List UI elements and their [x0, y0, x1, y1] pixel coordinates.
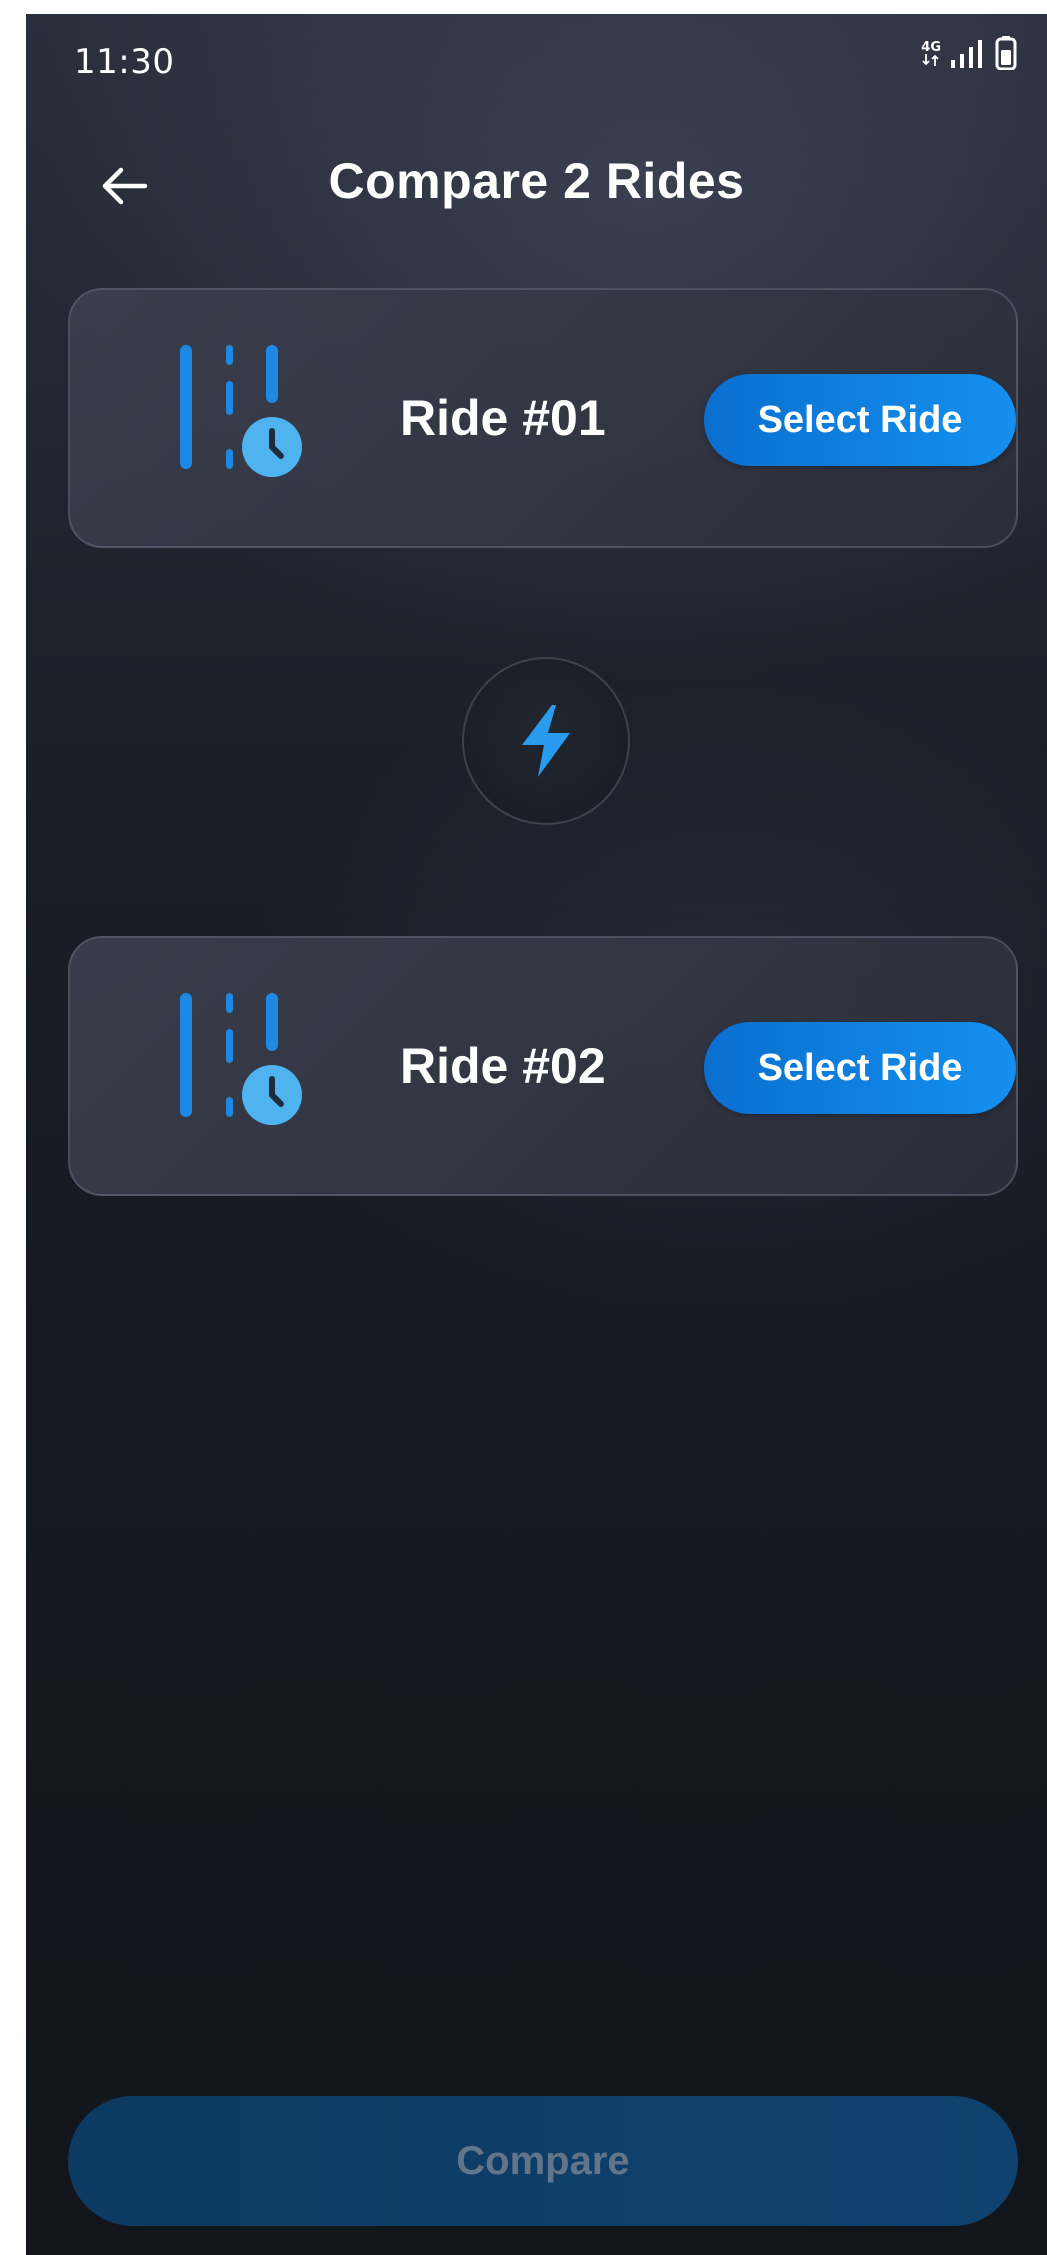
select-ride-button-2[interactable]: Select Ride [704, 1022, 1016, 1114]
select-ride-button-1[interactable]: Select Ride [704, 374, 1016, 466]
ride-label: Ride #02 [400, 1038, 606, 1094]
battery-icon [995, 36, 1017, 70]
ride-card-1: Ride #01 Select Ride [68, 288, 1018, 548]
status-time: 11:30 [74, 42, 175, 82]
ride-card-2: Ride #02 Select Ride [68, 936, 1018, 1196]
status-bar-icons: 4G [921, 36, 1017, 70]
compare-button[interactable]: Compare [68, 2096, 1018, 2226]
network-4g-icon: 4G [921, 41, 941, 66]
network-type-label: 4G [921, 39, 941, 55]
page-title: Compare 2 Rides [328, 153, 745, 209]
versus-bolt-badge [462, 657, 630, 825]
lightning-bolt-icon [522, 705, 570, 777]
compare-rides-screen: 11:30 4G Compare 2 Rides Ride #01 Select… [26, 14, 1047, 2255]
ride-history-icon [180, 993, 302, 1125]
ride-label: Ride #01 [400, 390, 606, 446]
signal-icon [951, 40, 982, 68]
ride-history-icon [180, 345, 302, 477]
